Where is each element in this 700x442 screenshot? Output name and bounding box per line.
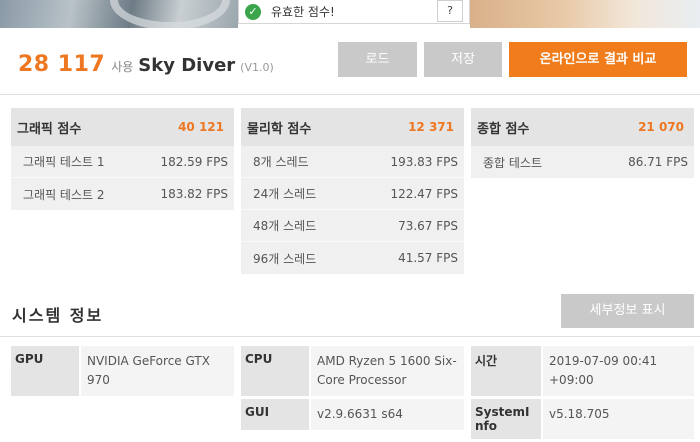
- panel-header: 그래픽 점수 40 121: [11, 108, 234, 146]
- total-score: 28 117: [18, 52, 106, 77]
- info-value: NVIDIA GeForce GTX 970: [81, 346, 234, 396]
- check-circle-icon: ✓: [245, 3, 261, 20]
- info-key: CPU: [241, 346, 309, 396]
- system-info-title: 시스템 정보: [12, 306, 104, 325]
- test-row: 96개 스레드 41.57 FPS: [241, 242, 464, 274]
- info-value: v2.9.6631 s64: [311, 399, 464, 430]
- test-row: 그래픽 테스트 2 183.82 FPS: [11, 178, 234, 210]
- test-row: 24개 스레드 122.47 FPS: [241, 178, 464, 210]
- test-value: 122.47 FPS: [390, 186, 458, 201]
- load-button[interactable]: 로드: [338, 42, 417, 77]
- combined-score-panel: 종합 점수 21 070 종합 테스트 86.71 FPS: [471, 108, 694, 178]
- panel-score: 21 070: [638, 120, 684, 134]
- banner-artwork-left: [0, 0, 238, 28]
- info-key: SystemInfo: [471, 399, 541, 439]
- test-value: 182.59 FPS: [160, 154, 228, 169]
- graphics-score-panel: 그래픽 점수 40 121 그래픽 테스트 1 182.59 FPS 그래픽 테…: [11, 108, 234, 210]
- test-row: 그래픽 테스트 1 182.59 FPS: [11, 146, 234, 178]
- benchmark-version: (V1.0): [240, 61, 274, 74]
- info-key: 시간: [471, 346, 541, 396]
- info-value: AMD Ryzen 5 1600 Six-Core Processor: [311, 346, 464, 396]
- system-info-column-time: 시간 2019-07-09 00:41 +09:00 SystemInfo v5…: [471, 346, 694, 442]
- use-label: 사용: [111, 60, 134, 74]
- test-value: 183.82 FPS: [160, 187, 228, 201]
- test-label: 24개 스레드: [253, 187, 317, 201]
- test-label: 그래픽 테스트 2: [23, 187, 105, 202]
- top-banner: ✓ 유효한 점수! ?: [0, 0, 700, 28]
- test-value: 41.57 FPS: [398, 251, 458, 265]
- panel-header: 종합 점수 21 070: [471, 108, 694, 146]
- compare-online-button[interactable]: 온라인으로 결과 비교: [509, 42, 687, 77]
- panel-title: 물리학 점수: [247, 121, 312, 137]
- test-label: 8개 스레드: [253, 155, 309, 169]
- save-button[interactable]: 저장: [424, 42, 502, 77]
- benchmark-name: Sky Diver: [138, 55, 236, 76]
- test-label: 96개 스레드: [253, 251, 317, 266]
- info-key: GUI: [241, 399, 309, 430]
- score-header: 28 117 사용 Sky Diver (V1.0): [18, 52, 274, 77]
- panel-title: 그래픽 점수: [17, 121, 82, 137]
- panel-score: 12 371: [408, 120, 454, 134]
- info-value: 2019-07-09 00:41 +09:00: [543, 346, 694, 396]
- divider: [0, 336, 700, 337]
- test-value: 73.67 FPS: [398, 218, 458, 233]
- physics-score-panel: 물리학 점수 12 371 8개 스레드 193.83 FPS 24개 스레드 …: [241, 108, 464, 274]
- valid-score-text: 유효한 점수!: [271, 5, 335, 19]
- panel-score: 40 121: [178, 120, 224, 134]
- test-label: 종합 테스트: [483, 155, 543, 170]
- show-details-button[interactable]: 세부정보 표시: [561, 294, 694, 328]
- info-row: GPU NVIDIA GeForce GTX 970: [11, 346, 234, 396]
- valid-score-notice: ✓ 유효한 점수! ?: [238, 0, 470, 24]
- test-label: 그래픽 테스트 1: [23, 155, 105, 169]
- info-value: v5.18.705: [543, 399, 694, 439]
- test-value: 86.71 FPS: [628, 155, 688, 169]
- panel-title: 종합 점수: [477, 121, 530, 137]
- banner-artwork-right: [470, 0, 700, 28]
- info-row: CPU AMD Ryzen 5 1600 Six-Core Processor: [241, 346, 464, 396]
- info-row: SystemInfo v5.18.705: [471, 399, 694, 439]
- info-row: 시간 2019-07-09 00:41 +09:00: [471, 346, 694, 396]
- test-row: 종합 테스트 86.71 FPS: [471, 146, 694, 178]
- test-row: 8개 스레드 193.83 FPS: [241, 146, 464, 178]
- info-row: GUI v2.9.6631 s64: [241, 399, 464, 430]
- info-key: GPU: [11, 346, 79, 396]
- panel-header: 물리학 점수 12 371: [241, 108, 464, 146]
- divider: [0, 94, 700, 95]
- system-info-column-gpu: GPU NVIDIA GeForce GTX 970: [11, 346, 234, 399]
- test-value: 193.83 FPS: [390, 154, 458, 169]
- test-label: 48개 스레드: [253, 219, 317, 233]
- test-row: 48개 스레드 73.67 FPS: [241, 210, 464, 242]
- help-button[interactable]: ?: [437, 0, 463, 22]
